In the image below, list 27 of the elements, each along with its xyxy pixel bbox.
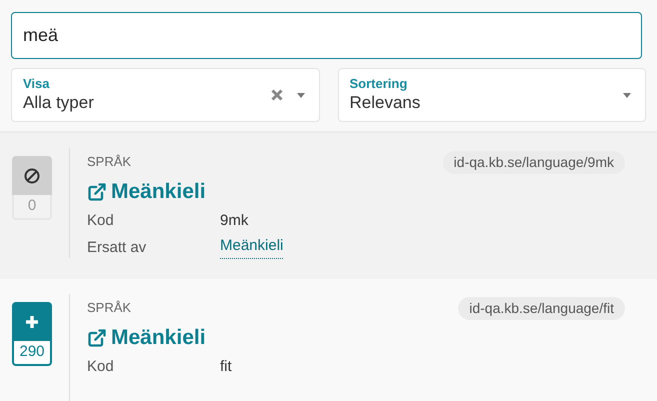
usage-count: 290 xyxy=(12,341,52,366)
search-field[interactable]: meä xyxy=(11,12,642,59)
external-link-icon xyxy=(87,328,107,348)
type-label: SPRÅK xyxy=(87,299,132,317)
select-field[interactable]: Visa Alla typer xyxy=(11,68,320,122)
property-label: Kod xyxy=(87,211,115,231)
uri-badge: id-qa.kb.se/language/fit xyxy=(458,297,625,320)
blocked-icon xyxy=(24,168,40,184)
property-label: Ersatt av xyxy=(87,238,148,258)
select-value: Relevans xyxy=(350,92,422,114)
select-label: Visa xyxy=(23,76,51,92)
property-value: 9mk xyxy=(220,211,248,231)
title-link[interactable]: Meänkieli xyxy=(111,325,206,351)
select-field[interactable]: Sortering Relevans xyxy=(338,68,646,122)
select-value: Alla typer xyxy=(23,92,95,114)
usage-count: 0 xyxy=(12,195,52,220)
property-label: Kod xyxy=(87,357,115,377)
clear-icon[interactable] xyxy=(270,89,282,101)
caret-icon xyxy=(296,92,304,98)
external-link-icon xyxy=(87,182,107,202)
select-label: Sortering xyxy=(350,76,408,92)
type-label: SPRÅK xyxy=(87,153,132,171)
plus-icon xyxy=(24,314,40,330)
caret-icon xyxy=(623,92,631,98)
property-value: fit xyxy=(220,357,232,377)
uri-badge: id-qa.kb.se/language/9mk xyxy=(442,151,625,174)
add-button[interactable] xyxy=(12,302,52,341)
